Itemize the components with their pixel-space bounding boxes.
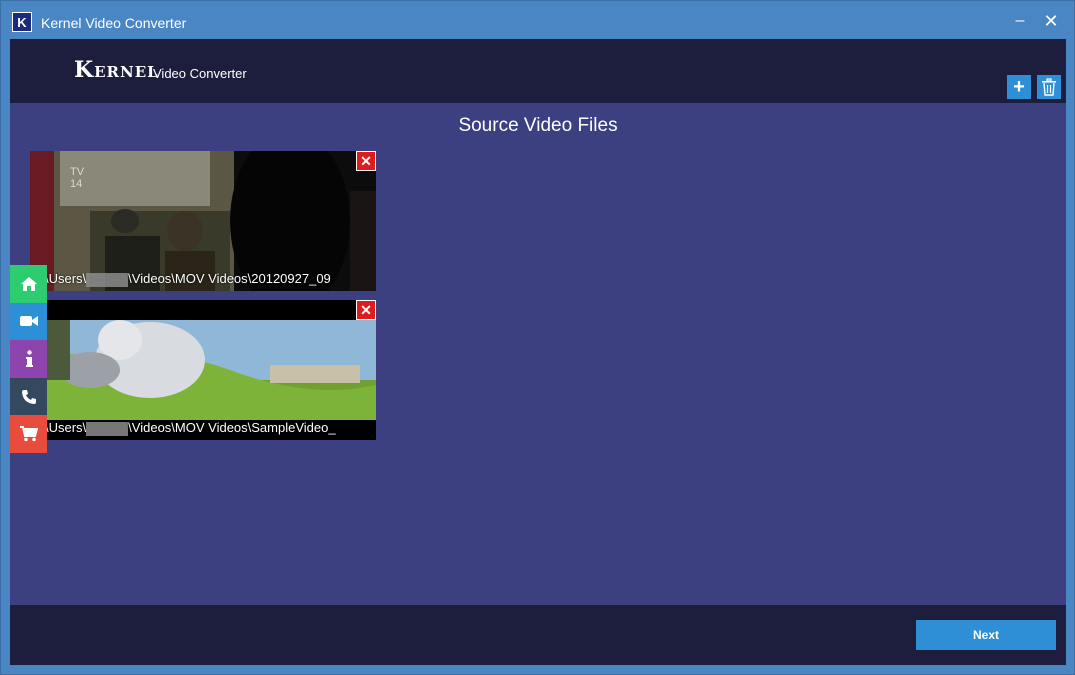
phone-icon [21,389,36,404]
side-nav [10,265,47,453]
file-path-label: C:\Users\ \Videos\MOV Videos\SampleVideo_ [30,420,376,436]
home-icon [20,276,37,291]
path-suffix: \Videos\MOV Videos\20120927_09 [128,271,331,287]
source-files-panel: Source Video Files TV 14 C:\Users\ \Video… [10,103,1066,605]
app-header: Kernel Video Converter + [10,39,1066,103]
info-button[interactable] [10,340,47,378]
video-button[interactable] [10,302,47,341]
close-button[interactable]: ✕ [1040,10,1062,32]
buy-button[interactable] [10,415,47,453]
product-name: Video Converter [153,66,247,81]
brand-logo: Kernel [74,57,159,83]
video-thumbnail: TV 14 [30,151,376,291]
add-files-button[interactable]: + [1007,75,1031,99]
file-path-label: C:\Users\ \Videos\MOV Videos\20120927_09 [30,271,376,287]
close-icon: ✕ [360,301,372,318]
trash-icon [1042,78,1056,96]
video-file-item[interactable]: C:\Users\ \Videos\MOV Videos\SampleVideo_… [30,300,376,440]
app-logo-icon: K [12,12,32,32]
video-thumbnail [30,300,376,440]
plus-icon: + [1013,75,1025,98]
cart-icon [19,426,38,442]
contact-button[interactable] [10,377,47,416]
svg-text:TV: TV [70,166,85,178]
remove-file-button[interactable]: ✕ [356,300,376,320]
path-suffix: \Videos\MOV Videos\SampleVideo_ [128,420,336,436]
delete-all-button[interactable] [1037,75,1061,99]
home-button[interactable] [10,265,47,303]
video-file-item[interactable]: TV 14 C:\Users\ \Videos\MOV Videos\201209… [30,151,376,291]
redacted-username [86,422,129,436]
next-button[interactable]: Next [916,620,1056,650]
close-icon: ✕ [360,152,372,169]
app-window: K Kernel Video Converter – ✕ Kernel Vide… [0,0,1075,675]
title-bar[interactable]: K Kernel Video Converter – ✕ [1,1,1074,39]
minimize-button[interactable]: – [1009,10,1031,32]
redacted-username [86,273,129,287]
window-title: Kernel Video Converter [41,15,187,31]
remove-file-button[interactable]: ✕ [356,151,376,171]
svg-text:14: 14 [70,178,82,190]
info-icon [25,350,33,367]
page-title: Source Video Files [458,115,618,136]
footer-bar: Next [10,605,1066,665]
video-camera-icon [19,316,38,327]
